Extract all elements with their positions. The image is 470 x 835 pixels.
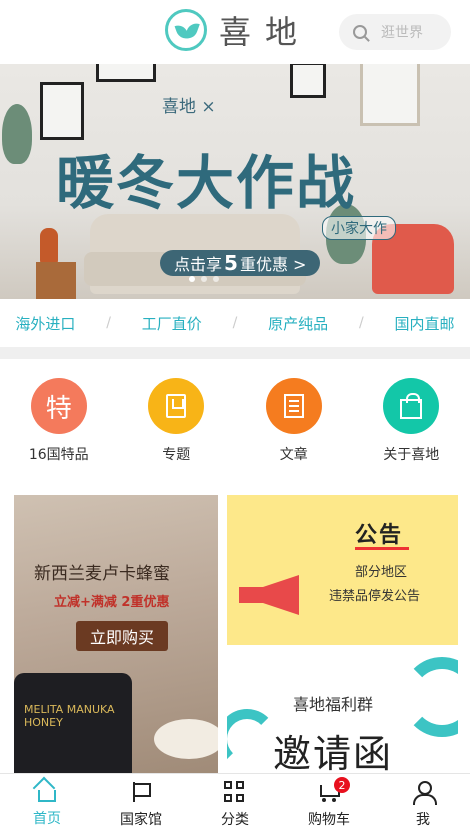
feature-tag: 海外进口 <box>15 314 76 333</box>
feature-tags: 海外进口 / 工厂直价 / 原产纯品 / 国内直邮 <box>0 299 470 347</box>
category-label: 关于喜地 <box>383 447 440 463</box>
wall-frame <box>96 64 156 82</box>
invite-promo-card[interactable]: 喜地福利群 邀请函 <box>227 651 458 773</box>
banner-cta-suffix: 重优惠 > <box>239 255 307 274</box>
banner-pagination <box>189 276 219 282</box>
user-icon <box>412 780 437 805</box>
invite-subtitle: 喜地福利群 <box>293 695 374 714</box>
category-special-products[interactable]: 特 16国特品 <box>4 378 114 464</box>
search-box[interactable]: 逛世界 <box>339 14 451 50</box>
special-products-icon: 特 <box>30 378 87 434</box>
category-label: 专题 <box>162 447 191 463</box>
jar-label: MELITA MANUKA HONEY <box>24 703 115 729</box>
tag-separator: / <box>106 315 111 331</box>
notice-line-2: 违禁品停发公告 <box>329 589 421 604</box>
banner-cta-prefix: 点击享 <box>174 255 223 274</box>
feature-tag: 工厂直价 <box>141 314 202 333</box>
swirl-decoration <box>402 657 458 737</box>
tab-home[interactable]: 首页 <box>0 774 94 835</box>
feature-tag: 原产纯品 <box>268 314 329 333</box>
honey-subtitle: 立减+满减 2重优惠 <box>54 595 170 610</box>
shopping-bag-icon <box>383 378 440 434</box>
banner-tag: 小家大作 <box>322 216 396 240</box>
plant-decoration <box>2 104 32 164</box>
banner-cta-button[interactable]: 点击享 5 重优惠 > <box>160 250 321 276</box>
notice-underline <box>355 547 409 550</box>
wall-frame <box>290 64 326 98</box>
tab-label: 首页 <box>33 810 61 827</box>
banner-cta-number: 5 <box>224 251 238 275</box>
tab-me[interactable]: 我 <box>376 774 470 835</box>
category-nav: 特 16国特品 专题 文章 关于喜地 <box>0 378 470 464</box>
top-header: 喜地 逛世界 <box>0 0 470 64</box>
banner-brand-line: 喜地 × <box>162 97 216 117</box>
tab-categories[interactable]: 分类 <box>188 774 282 835</box>
tab-label: 购物车 <box>308 811 350 828</box>
tab-countries[interactable]: 国家馆 <box>94 774 188 835</box>
leaf-logo-icon <box>165 9 207 51</box>
book-icon <box>148 378 205 434</box>
app-logo[interactable]: 喜地 <box>165 8 311 52</box>
notice-line-1: 部分地区 <box>355 565 408 580</box>
wall-frame <box>360 64 420 126</box>
cart-badge: 2 <box>334 777 350 793</box>
honey-title: 新西兰麦卢卡蜂蜜 <box>34 564 170 584</box>
notice-title: 公告 <box>355 523 404 548</box>
pagination-dot[interactable] <box>201 276 207 282</box>
tab-cart[interactable]: 2 购物车 <box>282 774 376 835</box>
banner-title: 暖冬大作战 <box>56 149 357 217</box>
flag-icon <box>130 781 152 803</box>
document-icon <box>265 378 322 434</box>
tab-label: 我 <box>416 811 430 828</box>
tab-label: 国家馆 <box>120 811 162 828</box>
category-label: 文章 <box>279 447 308 463</box>
category-about[interactable]: 关于喜地 <box>356 378 466 464</box>
bowl-image <box>154 719 218 759</box>
pagination-dot[interactable] <box>213 276 219 282</box>
honey-jar-image: MELITA MANUKA HONEY <box>14 673 132 773</box>
logo-text: 喜地 <box>219 13 312 51</box>
honey-promo-card[interactable]: 新西兰麦卢卡蜂蜜 立减+满减 2重优惠 立即购买 MELITA MANUKA H… <box>14 495 218 773</box>
feature-tag: 国内直邮 <box>394 314 455 333</box>
invite-title: 邀请函 <box>273 732 394 773</box>
category-label: 16国特品 <box>28 447 89 463</box>
wall-frame <box>40 82 84 140</box>
bottom-tab-bar: 首页 国家馆 分类 2 购物车 我 <box>0 773 470 835</box>
promo-banner[interactable]: 喜地 × 暖冬大作战 小家大作 点击享 5 重优惠 > <box>0 64 470 299</box>
side-table-illustration <box>36 262 76 299</box>
category-topics[interactable]: 专题 <box>121 378 231 464</box>
tag-separator: / <box>232 315 238 331</box>
search-placeholder: 逛世界 <box>381 25 423 41</box>
notice-promo-card[interactable]: 公告 部分地区 违禁品停发公告 <box>227 495 458 645</box>
swirl-decoration <box>227 709 277 769</box>
tag-separator: / <box>358 315 364 331</box>
search-icon <box>353 25 367 39</box>
buy-now-button[interactable]: 立即购买 <box>76 621 169 651</box>
grid-icon <box>224 780 246 803</box>
pagination-dot[interactable] <box>189 276 195 282</box>
section-divider <box>0 347 470 359</box>
category-articles[interactable]: 文章 <box>239 378 349 464</box>
megaphone-icon <box>239 575 299 615</box>
home-icon <box>38 789 56 802</box>
tab-label: 分类 <box>221 811 249 828</box>
